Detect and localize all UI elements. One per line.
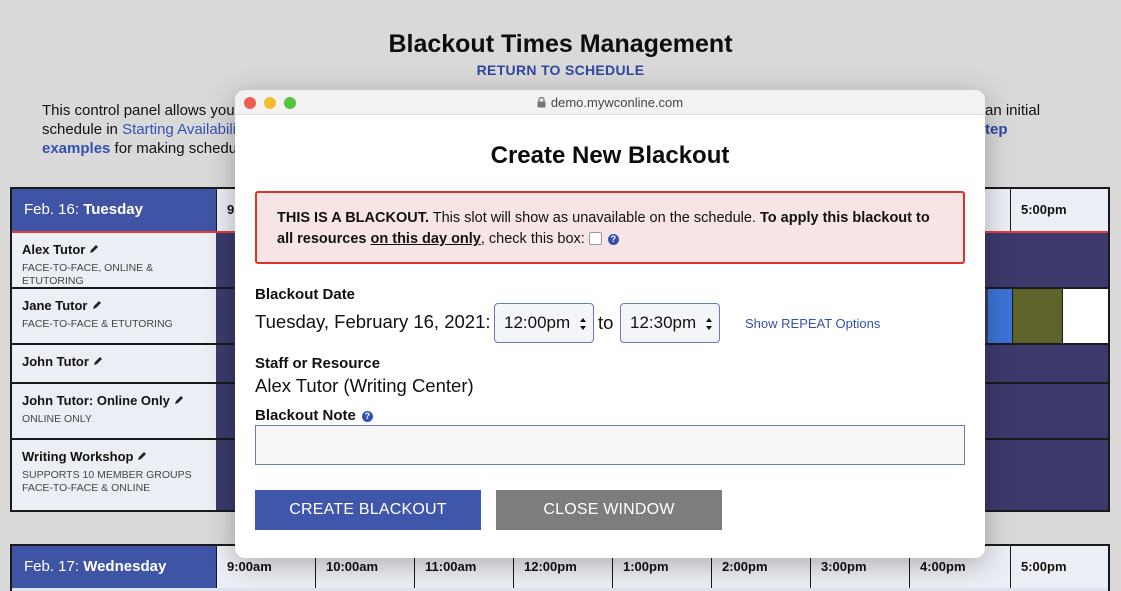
intro-line-3: examples for making schedu <box>42 140 238 157</box>
page-title: Blackout Times Management <box>388 30 733 58</box>
staff-resource-value: Alex Tutor (Writing Center) <box>255 375 474 396</box>
open-slot[interactable] <box>1062 289 1108 343</box>
end-time-select[interactable]: 12:30pm <box>620 303 720 343</box>
select-arrows-icon <box>706 318 712 330</box>
help-icon[interactable]: ? <box>607 234 619 245</box>
help-icon[interactable]: ? <box>361 411 373 422</box>
close-window-button[interactable]: CLOSE WINDOW <box>496 490 722 530</box>
pencil-icon[interactable] <box>93 356 103 366</box>
time-header: 5:00pm <box>1010 546 1108 588</box>
blackout-date-value: Tuesday, February 16, 2021: <box>255 311 491 332</box>
examples-link[interactable]: examples <box>42 140 110 157</box>
intro-text: This control panel allows you t schedule… <box>42 101 243 158</box>
select-arrows-icon <box>580 318 586 330</box>
step-link[interactable]: tep <box>985 120 1040 139</box>
booked-slot[interactable] <box>1012 289 1062 343</box>
pencil-icon[interactable] <box>174 395 184 405</box>
window-titlebar: demo.mywconline.com <box>235 90 985 115</box>
staff-resource-label: Staff or Resource <box>255 355 381 372</box>
blackout-date-label: Blackout Date <box>255 286 356 303</box>
create-blackout-button[interactable]: CREATE BLACKOUT <box>255 490 481 530</box>
url-bar: demo.mywconline.com <box>235 95 985 110</box>
starting-availability-link[interactable]: Starting Availabilit <box>122 121 240 138</box>
return-to-schedule-link[interactable]: RETURN TO SCHEDULE <box>0 62 1121 78</box>
day-header: Feb. 17: Wednesday <box>12 546 216 588</box>
pencil-icon[interactable] <box>89 244 99 254</box>
intro-line-1: This control panel allows you t <box>42 102 243 119</box>
to-label: to <box>598 312 614 333</box>
pencil-icon[interactable] <box>92 300 102 310</box>
modal-title: Create New Blackout <box>490 142 730 169</box>
booked-slot[interactable] <box>988 289 1012 343</box>
blackout-alert: THIS IS A BLACKOUT. This slot will show … <box>255 191 965 264</box>
apply-all-resources-checkbox[interactable] <box>588 232 602 245</box>
time-header: 5:00pm <box>1010 189 1108 231</box>
blackout-note-input[interactable] <box>255 425 965 465</box>
intro-line-2: schedule in Starting Availabilit <box>42 121 241 138</box>
show-repeat-options-link[interactable]: Show REPEAT Options <box>745 316 880 331</box>
intro-text-right: an initial tep <box>985 102 1041 139</box>
blackout-note-label: Blackout Note? <box>255 407 373 424</box>
create-blackout-window: demo.mywconline.com Create New Blackout … <box>235 90 985 558</box>
lock-icon <box>537 97 546 108</box>
pencil-icon[interactable] <box>137 451 147 461</box>
day-header: Feb. 16: Tuesday <box>12 189 216 231</box>
start-time-select[interactable]: 12:00pm <box>494 303 594 343</box>
